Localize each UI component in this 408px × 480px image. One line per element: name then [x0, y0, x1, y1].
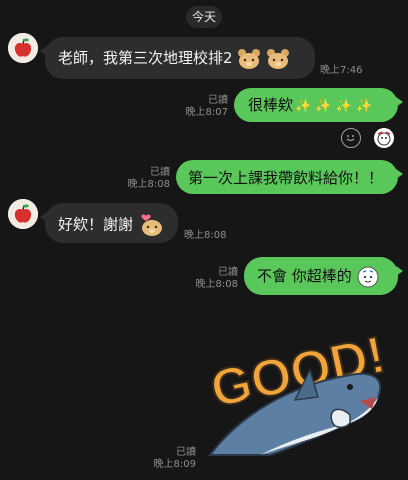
date-divider: 今天 — [186, 6, 222, 28]
message-status: 已讀 晚上8:07 — [176, 95, 228, 119]
message-text: 不會 你超棒的 — [257, 267, 352, 285]
message-status: 已讀 晚上8:08 — [118, 167, 170, 191]
read-receipt: 已讀 — [176, 447, 196, 458]
read-receipt: 已讀 — [208, 95, 228, 106]
bear-emoji-icon — [238, 48, 261, 69]
message-text: 好欸！謝謝 — [58, 215, 134, 234]
apple-avatar-icon — [8, 199, 38, 229]
read-receipt: 已讀 — [218, 267, 238, 278]
message-text: 老師，我第三次地理校排2 — [58, 49, 233, 67]
message-time: 晚上7:46 — [320, 65, 363, 76]
message-time: 晚上8:09 — [153, 459, 196, 470]
shark-sticker[interactable]: GOOD! — [200, 305, 400, 465]
sparkle-emoji-icon: ✨ ✨ ✨ ✨ — [295, 99, 373, 114]
message-bubble-5[interactable]: 不會 你超棒的 — [244, 257, 403, 295]
smile-reaction-icon[interactable] — [341, 128, 361, 148]
message-time: 晚上8:08 — [184, 230, 227, 241]
message-time: 晚上8:08 — [127, 179, 170, 190]
message-text: 第一次上課我帶飲料給你！！ — [188, 169, 384, 187]
sticker-reaction-icon[interactable] — [374, 128, 394, 148]
message-status: 已讀 晚上8:09 — [146, 447, 196, 471]
sticker-reaction-icon — [357, 266, 379, 287]
message-status: 已讀 晚上8:08 — [186, 267, 238, 291]
sender-avatar[interactable] — [8, 199, 38, 229]
message-bubble-4[interactable]: 好欸！謝謝 — [40, 203, 178, 243]
message-bubble-1[interactable]: 老師，我第三次地理校排2 — [40, 37, 315, 79]
message-time: 晚上8:07 — [185, 107, 228, 118]
bear-emoji-icon — [141, 214, 162, 236]
sender-avatar[interactable] — [8, 33, 38, 63]
message-time: 晚上8:08 — [195, 279, 238, 290]
message-text: 很棒欸 — [248, 96, 294, 114]
message-bubble-3[interactable]: 第一次上課我帶飲料給你！！ — [176, 160, 403, 194]
read-receipt: 已讀 — [150, 167, 170, 178]
bear-emoji-icon — [267, 48, 290, 69]
message-bubble-2[interactable]: 很棒欸 ✨ ✨ ✨ ✨ — [234, 88, 403, 122]
apple-avatar-icon — [8, 33, 38, 63]
